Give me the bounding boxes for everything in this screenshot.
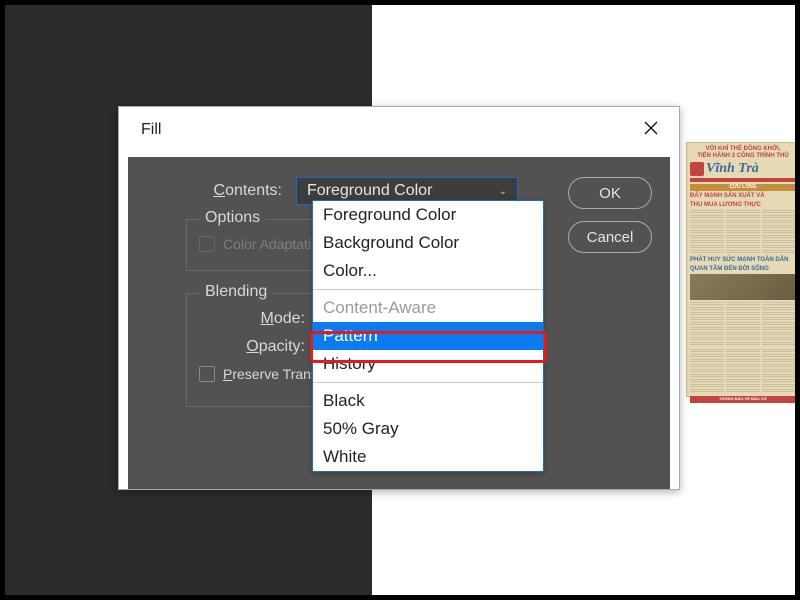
newspaper-sub1: ĐẨY MẠNH SẢN XUẤT VÀ <box>690 193 796 200</box>
newspaper-sub3: PHÁT HUY SỨC MẠNH TOÀN DÂN <box>690 257 796 264</box>
newspaper-headline-2: TIẾN HÀNH 3 CÔNG TRÌNH THỦ <box>690 153 796 160</box>
newspaper-logo <box>690 162 704 176</box>
preserve-transparency-checkbox[interactable] <box>199 366 215 382</box>
newspaper-footer: THÔNG BÁO VỀ BẦU CỬ <box>690 396 796 402</box>
chevron-down-icon: ⌄ <box>499 186 507 197</box>
dropdown-option[interactable]: Color... <box>313 257 543 285</box>
document-thumbnail: VỚI KHÍ THẾ ĐỒNG KHỞI, TIẾN HÀNH 3 CÔNG … <box>686 142 800 397</box>
newspaper-sub2: THU MUA LƯƠNG THỰC <box>690 202 796 209</box>
dropdown-option[interactable]: 50% Gray <box>313 415 543 443</box>
dialog-titlebar[interactable]: Fill <box>119 107 679 153</box>
contents-select-value: Foreground Color <box>307 182 432 200</box>
dropdown-option[interactable]: White <box>313 443 543 471</box>
newspaper-sub4: QUAN TÂM ĐẾN ĐỜI SỐNG <box>690 266 796 273</box>
close-icon <box>643 120 659 136</box>
contents-label: Contents: <box>146 182 296 200</box>
dropdown-option[interactable]: Foreground Color <box>313 201 543 229</box>
dropdown-option[interactable]: Pattern <box>313 322 543 350</box>
ok-button[interactable]: OK <box>568 177 652 209</box>
color-adaptation-checkbox <box>199 236 215 252</box>
blending-legend: Blending <box>199 283 273 301</box>
dropdown-option[interactable]: Background Color <box>313 229 543 257</box>
mode-label: Mode: <box>199 310 319 328</box>
opacity-label: Opacity: <box>199 338 319 356</box>
newspaper-headline: VỚI KHÍ THẾ ĐỒNG KHỞI, <box>690 146 796 153</box>
dropdown-option[interactable]: Black <box>313 387 543 415</box>
options-legend: Options <box>199 209 266 227</box>
color-adaptation-label: Color Adaptation <box>223 236 327 252</box>
newspaper-banner: CỬU LONG <box>690 184 796 192</box>
newspaper-photo <box>690 274 796 300</box>
newspaper-title: Vĩnh Trà <box>706 161 759 176</box>
dropdown-option[interactable]: History <box>313 350 543 378</box>
cancel-button[interactable]: Cancel <box>568 221 652 253</box>
close-button[interactable] <box>643 120 663 140</box>
dropdown-option: Content-Aware <box>313 294 543 322</box>
contents-dropdown[interactable]: Foreground ColorBackground ColorColor...… <box>312 200 544 472</box>
dialog-title: Fill <box>141 121 161 139</box>
